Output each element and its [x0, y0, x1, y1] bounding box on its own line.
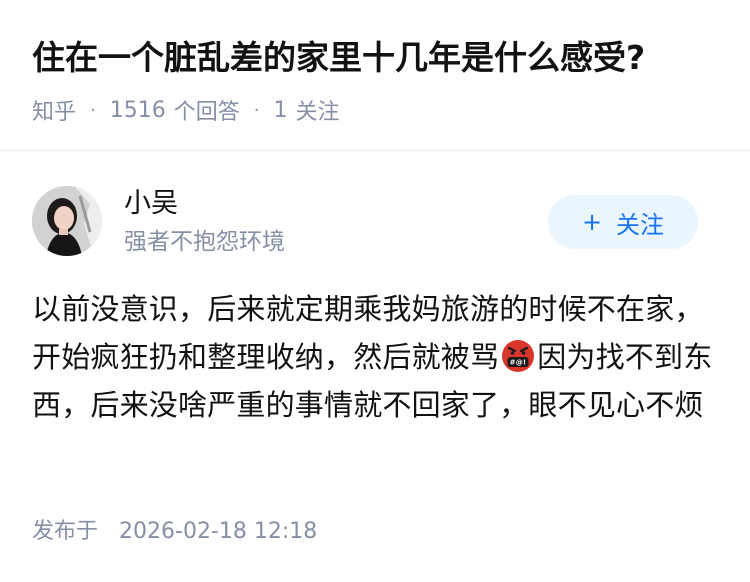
follow-count-label: 关注 — [295, 100, 340, 125]
publish-datetime: 2026-02-18 12:18 — [119, 519, 318, 544]
avatar[interactable] — [32, 186, 102, 256]
answer-count-label: 个回答 — [173, 100, 240, 125]
answer-body: 以前没意识，后来就定期乘我妈旅游的时候不在家，开始疯狂扔和整理收纳，然后就被骂 … — [32, 285, 722, 429]
plus-icon: + — [581, 208, 603, 236]
question-meta: 知乎 · 1516 个回答 · 1 关注 — [32, 94, 340, 126]
svg-text:#@!: #@! — [510, 359, 527, 367]
follow-button-label: 关注 — [616, 210, 665, 239]
publish-label: 发布于 — [32, 519, 99, 544]
author-bio: 强者不抱怨环境 — [124, 229, 285, 255]
author-name[interactable]: 小吴 — [124, 186, 178, 222]
avatar-image — [32, 186, 102, 256]
follow-count: 1 — [273, 97, 288, 123]
publish-info: 发布于 2026-02-18 12:18 — [32, 516, 317, 548]
answer-page: 住在一个脏乱差的家里十几年是什么感受? 知乎 · 1516 个回答 · 1 关注… — [0, 0, 750, 582]
angry-face-with-symbols-emoji-icon: #@! — [502, 340, 535, 372]
source-label[interactable]: 知乎 — [32, 94, 76, 126]
question-title[interactable]: 住在一个脏乱差的家里十几年是什么感受? — [32, 34, 732, 82]
separator-dot: · — [253, 99, 260, 121]
separator-dot: · — [90, 99, 96, 121]
divider — [0, 150, 750, 151]
follow-button[interactable]: + 关注 — [548, 195, 698, 249]
answer-count: 1516 — [109, 97, 166, 123]
